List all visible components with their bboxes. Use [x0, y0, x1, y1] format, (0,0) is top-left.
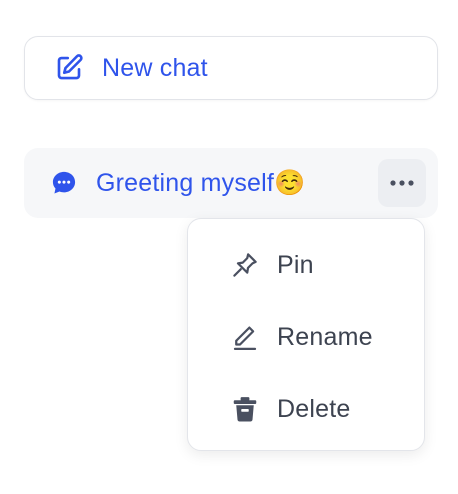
- menu-item-label: Delete: [277, 394, 351, 423]
- ellipsis-icon: [389, 174, 415, 192]
- menu-item-pin[interactable]: Pin: [188, 229, 424, 301]
- menu-item-label: Rename: [277, 322, 373, 351]
- chat-title: Greeting myself☺️: [96, 168, 306, 197]
- menu-item-rename[interactable]: Rename: [188, 301, 424, 373]
- pencil-icon: [228, 320, 262, 354]
- context-menu: Pin Rename Delete: [187, 218, 425, 451]
- chat-bubble-icon: [48, 167, 80, 199]
- menu-item-label: Pin: [277, 250, 314, 279]
- edit-icon: [53, 52, 85, 84]
- menu-item-delete[interactable]: Delete: [188, 373, 424, 445]
- chat-sidebar: New chat Greeting myself☺️ Pin Rename De…: [0, 0, 458, 494]
- more-options-button[interactable]: [378, 159, 426, 207]
- trash-icon: [228, 392, 262, 426]
- new-chat-label: New chat: [102, 53, 208, 82]
- chat-list-item[interactable]: Greeting myself☺️: [24, 148, 438, 218]
- pin-icon: [228, 248, 262, 282]
- new-chat-button[interactable]: New chat: [24, 36, 438, 100]
